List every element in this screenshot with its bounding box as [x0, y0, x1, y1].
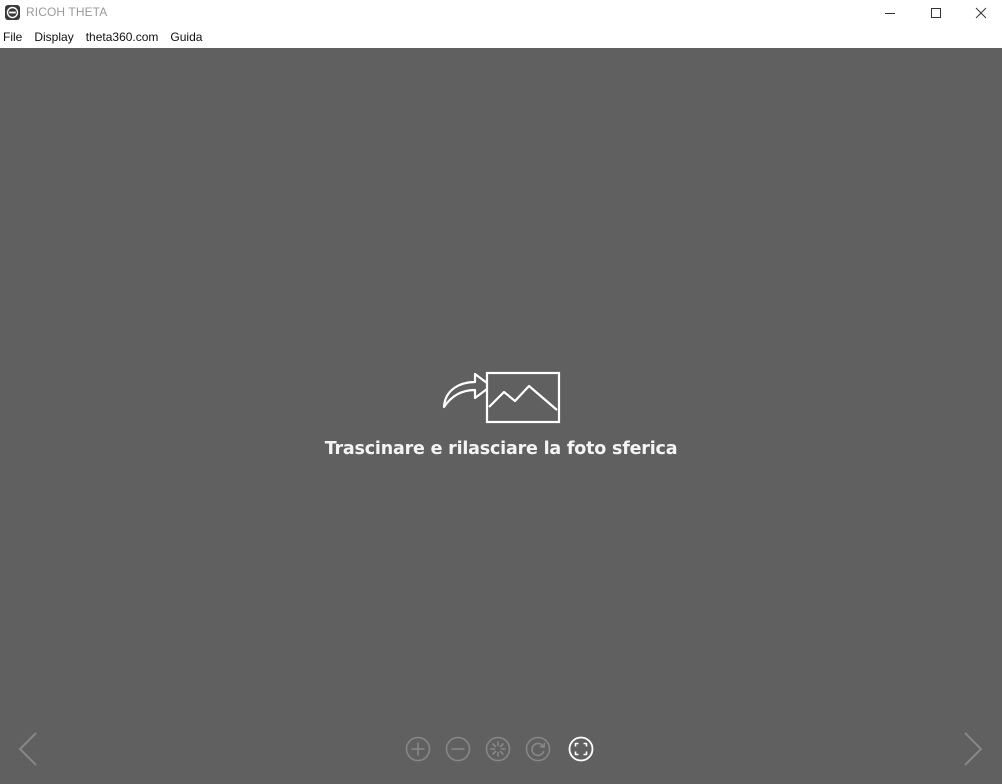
- minimize-icon: [884, 7, 896, 19]
- minimize-button[interactable]: [867, 0, 913, 26]
- auto-play-icon[interactable]: [485, 736, 511, 762]
- maximize-icon: [930, 7, 942, 19]
- zoom-out-icon[interactable]: [445, 736, 471, 762]
- menu-file[interactable]: File: [0, 26, 28, 48]
- title-bar[interactable]: RICOH THETA: [0, 0, 1002, 26]
- window-title: RICOH THETA: [26, 5, 108, 19]
- maximize-button[interactable]: [913, 0, 959, 26]
- menu-bar: File Display theta360.com Guida: [0, 26, 1002, 48]
- app-window: RICOH THETA File Display theta360.com Gu…: [0, 0, 1002, 784]
- menu-display[interactable]: Display: [30, 26, 79, 48]
- drop-message: Trascinare e rilasciare la foto sferica: [324, 439, 678, 459]
- close-button[interactable]: [958, 0, 1002, 26]
- chevron-right-icon[interactable]: [961, 731, 985, 767]
- chevron-left-icon[interactable]: [16, 731, 40, 767]
- menu-guida[interactable]: Guida: [166, 26, 208, 48]
- fit-screen-icon[interactable]: [568, 736, 594, 762]
- menu-theta360[interactable]: theta360.com: [82, 26, 165, 48]
- zoom-in-icon[interactable]: [405, 736, 431, 762]
- rotate-icon[interactable]: [525, 736, 551, 762]
- spherical-photo-viewer[interactable]: Trascinare e rilasciare la foto sferica: [0, 48, 1002, 784]
- ricoh-theta-icon: [5, 5, 20, 20]
- drag-drop-image-icon: [441, 370, 563, 431]
- close-icon: [975, 7, 987, 19]
